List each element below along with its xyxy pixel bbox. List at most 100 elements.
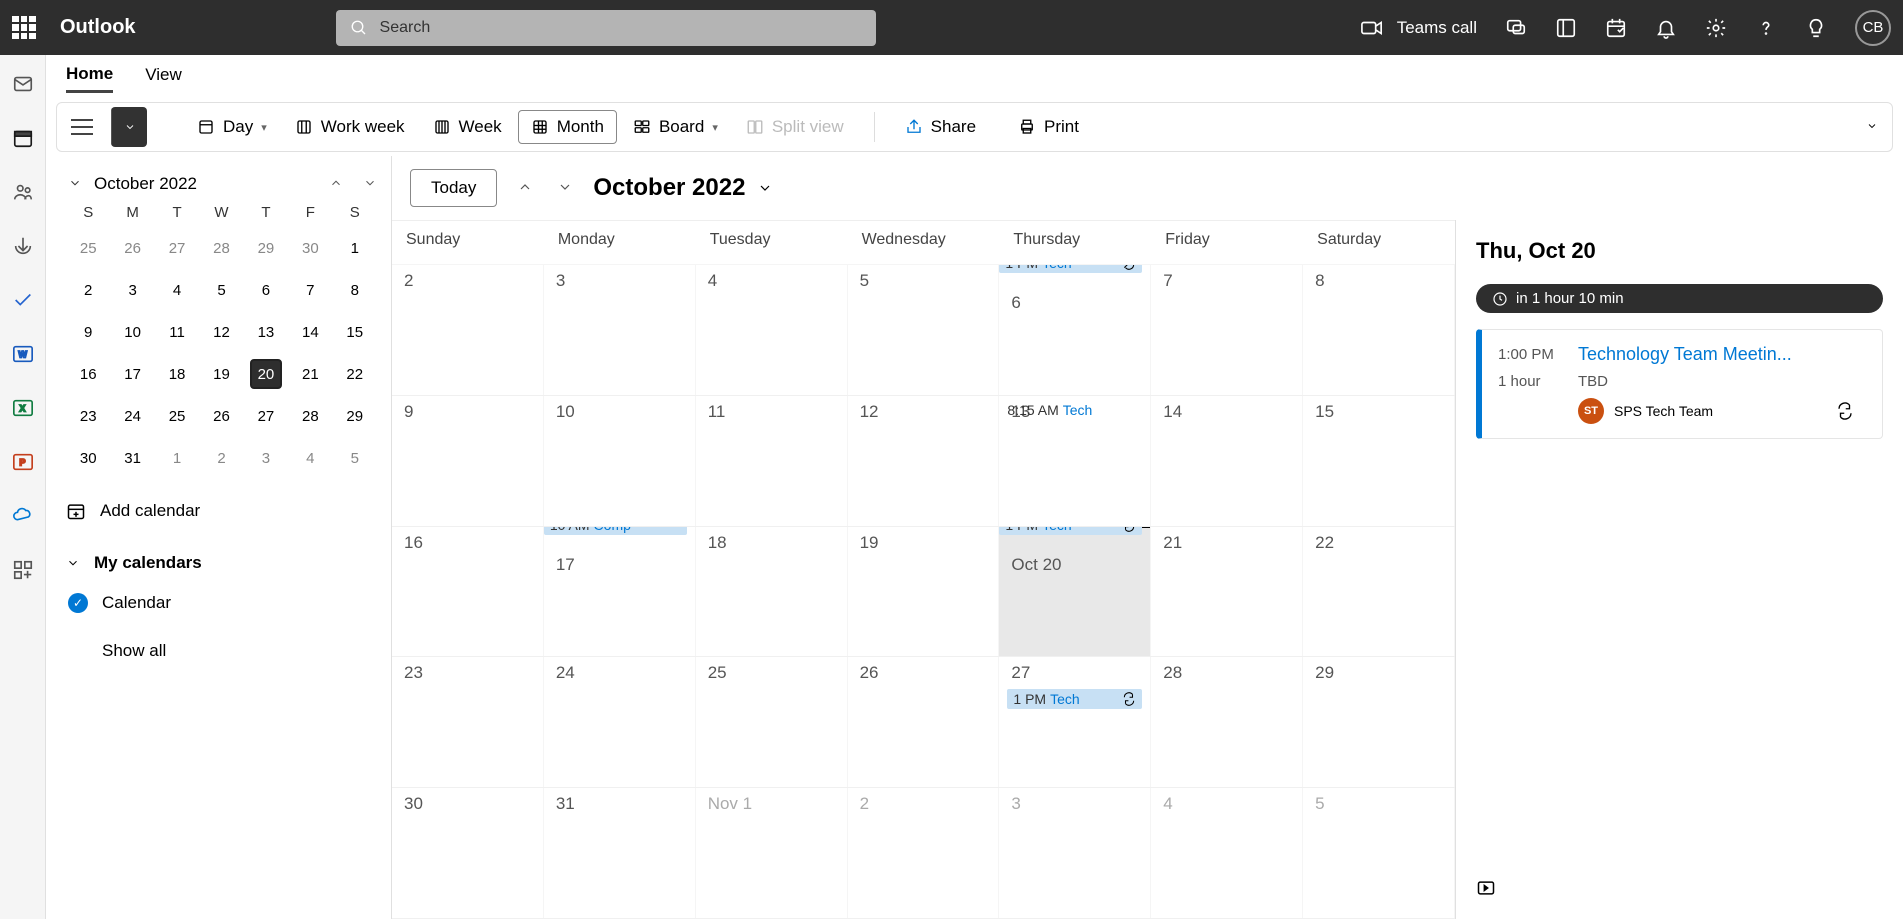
mini-day[interactable]: 29 (250, 233, 282, 263)
calendar-cell[interactable]: 30 (392, 788, 544, 918)
mini-day[interactable]: 18 (161, 359, 193, 389)
mini-day[interactable]: 23 (72, 401, 104, 431)
tips-icon[interactable] (1805, 17, 1827, 39)
mini-day[interactable]: 15 (339, 317, 371, 347)
calendar-cell[interactable]: 24 (544, 657, 696, 787)
mini-month-name[interactable]: October 2022 (94, 174, 319, 194)
mini-day[interactable]: 3 (117, 275, 149, 305)
view-workweek-button[interactable]: Work week (283, 110, 417, 144)
calendar-cell[interactable]: 1 PM TechOct 20 (999, 527, 1151, 657)
teams-call-button[interactable]: Teams call (1361, 18, 1477, 38)
todo-icon[interactable] (12, 289, 34, 311)
calendar-icon[interactable] (12, 127, 34, 149)
mini-day[interactable]: 24 (117, 401, 149, 431)
event-chip[interactable]: 1 PM Tech (999, 265, 1142, 273)
mini-prev-month[interactable] (329, 176, 343, 193)
people-icon[interactable] (12, 181, 34, 203)
calendar-cell[interactable]: 12 (848, 396, 1000, 526)
calendar-cell[interactable]: 3 (999, 788, 1151, 918)
calendar-cell[interactable]: 11 (696, 396, 848, 526)
powerpoint-icon[interactable]: P (12, 451, 34, 473)
tab-home[interactable]: Home (66, 58, 113, 93)
new-event-button[interactable]: New event (111, 107, 147, 147)
apps-icon[interactable] (12, 559, 34, 581)
mini-day[interactable]: 1 (161, 443, 193, 473)
mini-day[interactable]: 31 (117, 443, 149, 473)
mini-day[interactable]: 25 (72, 233, 104, 263)
day-icon[interactable] (1605, 17, 1627, 39)
calendar-cell[interactable]: 8:15 AM Tech13 (999, 396, 1151, 526)
calendar-cell[interactable]: 4 (1151, 788, 1303, 918)
calendar-cell[interactable]: 21 (1151, 527, 1303, 657)
mini-day[interactable]: 28 (294, 401, 326, 431)
calendar-cell[interactable]: 8 (1303, 265, 1455, 395)
mini-month-collapse[interactable] (66, 176, 84, 193)
calendar-item-default[interactable]: ✓ Calendar (66, 593, 377, 613)
mail-icon[interactable] (12, 73, 34, 95)
tab-view[interactable]: View (145, 59, 182, 91)
mini-day[interactable]: 5 (339, 443, 371, 473)
mini-day[interactable]: 14 (294, 317, 326, 347)
help-icon[interactable] (1755, 17, 1777, 39)
settings-icon[interactable] (1705, 17, 1727, 39)
mini-day[interactable]: 10 (117, 317, 149, 347)
mini-day[interactable]: 30 (72, 443, 104, 473)
next-month-button[interactable] (557, 179, 573, 198)
calendar-cell[interactable]: 28 (1151, 657, 1303, 787)
mini-day[interactable]: 29 (339, 401, 371, 431)
calendar-cell[interactable]: 31 (544, 788, 696, 918)
calendar-cell[interactable]: 9 (392, 396, 544, 526)
details-event-card[interactable]: 1:00 PM Technology Team Meetin... 1 hour… (1476, 329, 1883, 439)
calendar-cell[interactable]: 19 (848, 527, 1000, 657)
calendar-cell[interactable]: Nov 1 (696, 788, 848, 918)
prev-month-button[interactable] (517, 179, 533, 198)
mini-day[interactable]: 12 (205, 317, 237, 347)
mini-day[interactable]: 20 (250, 359, 282, 389)
mini-day[interactable]: 3 (250, 443, 282, 473)
mini-next-month[interactable] (363, 176, 377, 193)
menu-toggle-icon[interactable] (71, 119, 93, 135)
view-board-button[interactable]: Board ▾ (621, 110, 730, 144)
calendar-cell[interactable]: 15 (1303, 396, 1455, 526)
mini-day[interactable]: 5 (205, 275, 237, 305)
mini-day[interactable]: 26 (205, 401, 237, 431)
mini-day[interactable]: 11 (161, 317, 193, 347)
mini-day[interactable]: 13 (250, 317, 282, 347)
event-chip[interactable]: 1 PM Tech (1007, 689, 1142, 709)
mini-day[interactable]: 22 (339, 359, 371, 389)
mini-day[interactable]: 26 (117, 233, 149, 263)
calendar-cell[interactable]: 10 (544, 396, 696, 526)
mini-day[interactable]: 4 (294, 443, 326, 473)
view-day-button[interactable]: Day ▾ (185, 110, 279, 144)
mini-day[interactable]: 6 (250, 275, 282, 305)
print-button[interactable]: Print (1006, 111, 1091, 143)
calendar-cell[interactable]: 1 PM Tech6 (999, 265, 1151, 395)
event-chip[interactable]: 10 AM Comp (544, 527, 687, 535)
view-week-button[interactable]: Week (421, 110, 514, 144)
mini-day[interactable]: 7 (294, 275, 326, 305)
mini-day[interactable]: 4 (161, 275, 193, 305)
view-month-button[interactable]: Month (518, 110, 617, 144)
mini-day[interactable]: 16 (72, 359, 104, 389)
mini-day[interactable]: 21 (294, 359, 326, 389)
calendar-cell[interactable]: 22 (1303, 527, 1455, 657)
mini-day[interactable]: 2 (205, 443, 237, 473)
mini-day[interactable]: 28 (205, 233, 237, 263)
calendar-cell[interactable]: 7 (1151, 265, 1303, 395)
mini-day[interactable]: 2 (72, 275, 104, 305)
add-calendar-button[interactable]: Add calendar (66, 497, 377, 525)
files-icon[interactable] (12, 235, 34, 257)
excel-icon[interactable]: X (12, 397, 34, 419)
mini-day[interactable]: 9 (72, 317, 104, 347)
calendar-cell[interactable]: 14 (1151, 396, 1303, 526)
mini-day[interactable]: 1 (339, 233, 371, 263)
event-chip[interactable]: 1 PM Tech (999, 527, 1142, 535)
calendar-cell[interactable]: 2 (392, 265, 544, 395)
today-button[interactable]: Today (410, 169, 497, 207)
calendar-cell[interactable]: 271 PM Tech (999, 657, 1151, 787)
mini-day[interactable]: 27 (161, 233, 193, 263)
mini-day[interactable]: 30 (294, 233, 326, 263)
calendar-cell[interactable]: 5 (1303, 788, 1455, 918)
word-icon[interactable]: W (12, 343, 34, 365)
event-inline[interactable]: 8:15 AM Tech (1007, 402, 1092, 418)
